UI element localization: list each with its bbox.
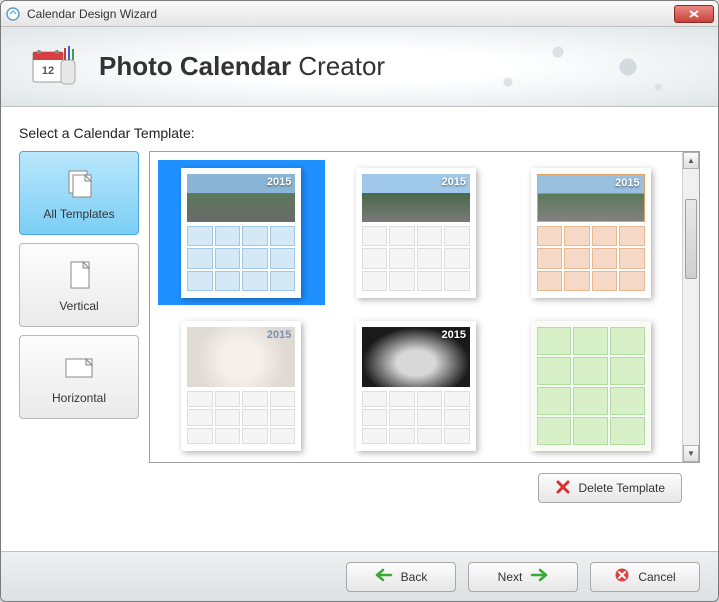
category-all-templates[interactable]: All Templates [19, 151, 139, 235]
thumbnail-months [362, 226, 470, 292]
cancel-button[interactable]: Cancel [590, 562, 700, 592]
scroll-thumb[interactable] [685, 199, 697, 279]
template-thumbnail: 2015 [181, 168, 301, 298]
header-title-bold: Photo Calendar [99, 51, 291, 81]
body: Select a Calendar Template: All Template… [1, 107, 718, 503]
page-portrait-icon [61, 257, 97, 293]
pages-stack-icon [61, 165, 97, 201]
thumbnail-year: 2015 [267, 176, 291, 188]
template-item[interactable]: 2015 [158, 160, 325, 305]
thumbnail-photo: 2015 [362, 327, 470, 387]
button-label: Cancel [638, 570, 675, 584]
category-vertical[interactable]: Vertical [19, 243, 139, 327]
category-label: Vertical [59, 299, 98, 313]
thumbnail-photo: 2015 [362, 174, 470, 222]
scroll-down-button[interactable]: ▼ [683, 445, 699, 462]
next-button[interactable]: Next [468, 562, 578, 592]
calendar-logo-icon: 12 [31, 42, 81, 92]
template-grid: 2015 2015 [150, 152, 682, 462]
thumbnail-months [537, 226, 645, 292]
thumbnail-photo: 2015 [187, 174, 295, 222]
template-thumbnail: 2015 [356, 168, 476, 298]
titlebar: Calendar Design Wizard [1, 1, 718, 27]
template-item[interactable]: 2015 [333, 160, 500, 305]
button-label: Back [401, 570, 428, 584]
template-item[interactable]: 2015 [507, 160, 674, 305]
footer: Back Next Cancel [1, 551, 718, 601]
thumbnail-photo: 2015 [187, 327, 295, 387]
section-label: Select a Calendar Template: [19, 125, 700, 141]
thumbnail-year: 2015 [267, 329, 291, 341]
thumbnail-year: 2015 [442, 176, 466, 188]
wizard-window: Calendar Design Wizard 12 Photo Calendar… [0, 0, 719, 602]
thumbnail-months [362, 391, 470, 445]
template-item[interactable] [507, 313, 674, 458]
template-thumbnail: 2015 [181, 321, 301, 451]
category-horizontal[interactable]: Horizontal [19, 335, 139, 419]
thumbnail-months [187, 226, 295, 292]
thumbnail-year: 2015 [442, 329, 466, 341]
arrow-left-icon [375, 568, 393, 585]
scrollbar: ▲ ▼ [682, 152, 699, 462]
template-thumbnail: 2015 [531, 168, 651, 298]
category-label: All Templates [43, 207, 114, 221]
button-label: Delete Template [579, 481, 666, 495]
close-button[interactable] [674, 5, 714, 23]
template-panel: 2015 2015 [149, 151, 700, 463]
header-title: Photo Calendar Creator [99, 51, 385, 82]
header-banner: 12 Photo Calendar Creator [1, 27, 718, 107]
thumbnail-months [187, 391, 295, 445]
scroll-track[interactable] [683, 169, 699, 445]
back-button[interactable]: Back [346, 562, 456, 592]
category-sidebar: All Templates Vertical Horizontal [19, 151, 139, 463]
thumbnail-photo: 2015 [537, 174, 645, 222]
template-item[interactable]: 2015 [158, 313, 325, 458]
arrow-right-icon [530, 568, 548, 585]
app-icon [5, 6, 21, 22]
thumbnail-months [537, 327, 645, 445]
button-label: Next [498, 570, 523, 584]
template-thumbnail [531, 321, 651, 451]
delete-template-button[interactable]: Delete Template [538, 473, 683, 503]
scroll-up-button[interactable]: ▲ [683, 152, 699, 169]
svg-text:12: 12 [42, 65, 54, 77]
template-thumbnail: 2015 [356, 321, 476, 451]
thumbnail-year: 2015 [615, 177, 639, 189]
template-item[interactable]: 2015 [333, 313, 500, 458]
content-row: All Templates Vertical Horizontal [19, 151, 700, 463]
category-label: Horizontal [52, 391, 106, 405]
window-title: Calendar Design Wizard [27, 7, 674, 21]
action-row: Delete Template [19, 463, 700, 503]
cancel-x-icon [614, 567, 630, 586]
delete-x-icon [555, 479, 571, 498]
header-title-light: Creator [291, 51, 385, 81]
page-landscape-icon [61, 349, 97, 385]
